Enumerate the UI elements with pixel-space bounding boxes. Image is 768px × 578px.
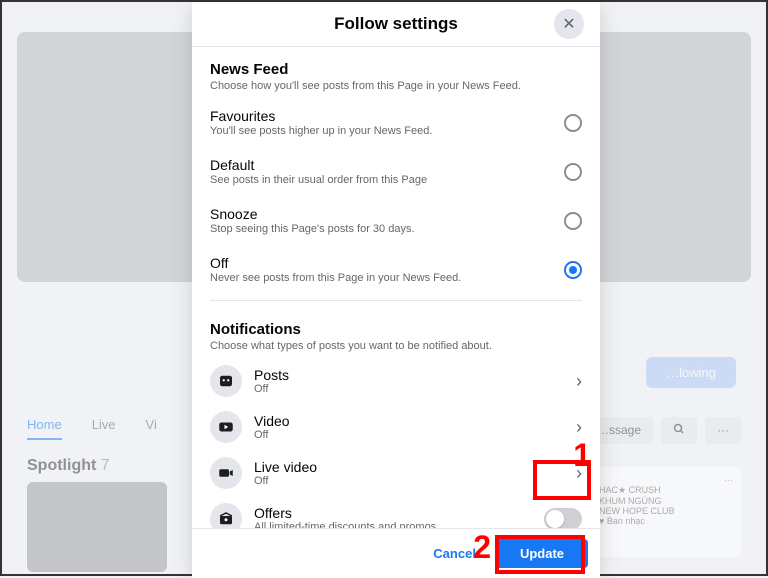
notif-status: Off (254, 429, 564, 441)
divider (210, 300, 582, 301)
notif-label: Posts (254, 367, 564, 383)
notif-label: Live video (254, 459, 564, 475)
radio-label: Favourites (210, 108, 564, 124)
modal-header: Follow settings ✕ (192, 2, 600, 47)
offers-icon (210, 503, 242, 528)
section-description: Choose how you'll see posts from this Pa… (210, 80, 582, 92)
annotation-1: 1 (573, 437, 591, 474)
modal-footer: Cancel Update (192, 528, 600, 578)
offers-toggle[interactable] (544, 508, 582, 528)
tab-more[interactable]: Vi (146, 417, 157, 440)
notif-status: Off (254, 383, 564, 395)
radio-description: See posts in their usual order from this… (210, 174, 564, 186)
radio-snooze[interactable]: Snooze Stop seeing this Page's posts for… (210, 196, 582, 245)
notif-offers[interactable]: Offers All limited-time discounts and pr… (210, 496, 582, 528)
radio-description: You'll see posts higher up in your News … (210, 125, 564, 137)
radio-default[interactable]: Default See posts in their usual order f… (210, 147, 582, 196)
radio-favourites[interactable]: Favourites You'll see posts higher up in… (210, 98, 582, 147)
more-button[interactable]: ··· (705, 417, 741, 444)
notif-live-video[interactable]: Live video Off › (210, 450, 582, 496)
spotlight-item[interactable] (27, 482, 167, 572)
chevron-right-icon: › (576, 417, 582, 438)
notif-label: Offers (254, 505, 532, 521)
tab-live[interactable]: Live (92, 417, 116, 440)
annotation-2: 2 (473, 529, 491, 566)
radio-description: Stop seeing this Page's posts for 30 day… (210, 223, 564, 235)
notif-label: Video (254, 413, 564, 429)
radio-off[interactable]: Off Never see posts from this Page in yo… (210, 245, 582, 294)
search-button[interactable] (661, 417, 697, 444)
tab-home[interactable]: Home (27, 417, 62, 440)
radio-label: Snooze (210, 206, 564, 222)
close-icon: ✕ (562, 14, 575, 34)
radio-label: Off (210, 255, 564, 271)
section-description: Choose what types of posts you want to b… (210, 340, 582, 352)
follow-settings-modal: Follow settings ✕ News Feed Choose how y… (192, 2, 600, 578)
radio-icon (564, 212, 582, 230)
chevron-right-icon: › (576, 371, 582, 392)
notif-status: Off (254, 475, 564, 487)
notif-posts[interactable]: Posts Off › (210, 358, 582, 404)
notif-status: All limited-time discounts and promos (254, 521, 532, 528)
notif-video[interactable]: Video Off › (210, 404, 582, 450)
section-title: News Feed (210, 61, 582, 78)
radio-label: Default (210, 157, 564, 173)
radio-icon (564, 114, 582, 132)
close-button[interactable]: ✕ (554, 9, 584, 39)
video-icon (210, 411, 242, 443)
related-card[interactable]: ··· HAC★ CRUSH KHUM NGÚNG NEW HOPE CLUB … (591, 467, 741, 557)
notifications-section: Notifications Choose what types of posts… (210, 307, 582, 358)
radio-icon (564, 163, 582, 181)
page-tabs: Home Live Vi (27, 417, 157, 440)
following-button[interactable]: …lowing (646, 357, 736, 388)
radio-icon (564, 261, 582, 279)
modal-body: News Feed Choose how you'll see posts fr… (192, 47, 600, 528)
news-feed-section: News Feed Choose how you'll see posts fr… (210, 47, 582, 98)
modal-title: Follow settings (334, 14, 458, 34)
radio-description: Never see posts from this Page in your N… (210, 272, 564, 284)
spotlight-heading: Spotlight 7 (27, 457, 110, 475)
posts-icon (210, 365, 242, 397)
page-action-buttons: …ssage ··· (585, 417, 741, 444)
update-button[interactable]: Update (496, 539, 588, 568)
section-title: Notifications (210, 321, 582, 338)
live-video-icon (210, 457, 242, 489)
